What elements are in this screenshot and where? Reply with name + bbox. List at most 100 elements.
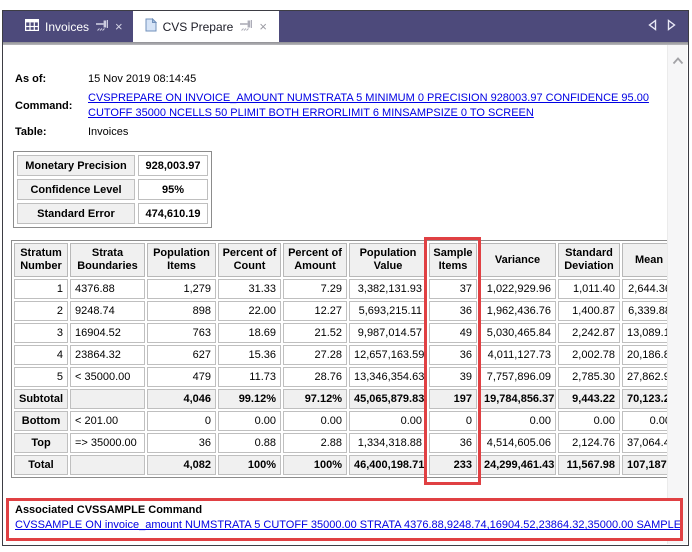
table-grid-icon bbox=[25, 19, 39, 34]
cell: 19,784,856.37 bbox=[479, 389, 556, 409]
content-area: As of: 15 Nov 2019 08:14:45 Command: CVS… bbox=[3, 45, 667, 545]
cell: 23864.32 bbox=[70, 345, 145, 365]
cell: 39 bbox=[429, 367, 477, 387]
cell: 2 bbox=[14, 301, 68, 321]
cell: 1,400.87 bbox=[558, 301, 620, 321]
tab-bar: Invoices × CVS Prepare bbox=[3, 11, 688, 42]
cell: 1,022,929.96 bbox=[479, 279, 556, 299]
summary-value: 474,610.19 bbox=[138, 203, 208, 224]
cell: 21.52 bbox=[283, 323, 347, 343]
results-window: Invoices × CVS Prepare bbox=[2, 10, 689, 546]
document-icon bbox=[145, 18, 157, 35]
table-value: Invoices bbox=[88, 126, 128, 138]
cell: 479 bbox=[147, 367, 216, 387]
summary-value: 95% bbox=[138, 179, 208, 200]
cell: Top bbox=[14, 433, 68, 453]
cell: 12,657,163.59 bbox=[349, 345, 427, 365]
tab-invoices-label: Invoices bbox=[45, 20, 89, 34]
cell: Subtotal bbox=[14, 389, 68, 409]
table-row: 14376.881,27931.337.293,382,131.93371,02… bbox=[14, 279, 667, 299]
cell: 197 bbox=[429, 389, 477, 409]
cvsprepare-command-link[interactable]: CVSPREPARE ON INVOICE_AMOUNT NUMSTRATA 5… bbox=[88, 92, 649, 119]
cell: 36 bbox=[429, 433, 477, 453]
cell: => 35000.00 bbox=[70, 433, 145, 453]
cell: 16904.52 bbox=[70, 323, 145, 343]
cell: 0.00 bbox=[349, 411, 427, 431]
cell: 99.12% bbox=[218, 389, 281, 409]
column-header: Variance bbox=[479, 243, 556, 277]
cell: 0.00 bbox=[479, 411, 556, 431]
cell: 100% bbox=[218, 455, 281, 475]
scroll-up-button[interactable] bbox=[668, 53, 687, 71]
summary-row: Monetary Precision928,003.97 bbox=[17, 155, 208, 176]
cell: 5,030,465.84 bbox=[479, 323, 556, 343]
cell: 4376.88 bbox=[70, 279, 145, 299]
summary-value: 928,003.97 bbox=[138, 155, 208, 176]
cell: 0 bbox=[429, 411, 477, 431]
cell: 31.33 bbox=[218, 279, 281, 299]
column-header: Sample Items bbox=[429, 243, 477, 277]
cell: 37,064.41 bbox=[622, 433, 667, 453]
tab-cvs-prepare[interactable]: CVS Prepare × bbox=[133, 11, 279, 42]
cell: 5 bbox=[14, 367, 68, 387]
cell: 1,962,436.76 bbox=[479, 301, 556, 321]
cell: 97.12% bbox=[283, 389, 347, 409]
cell: 28.76 bbox=[283, 367, 347, 387]
cell: 0.00 bbox=[622, 411, 667, 431]
cell: 2,242.87 bbox=[558, 323, 620, 343]
cell: 2,785.30 bbox=[558, 367, 620, 387]
column-header: Standard Deviation bbox=[558, 243, 620, 277]
strata-table-wrap: Stratum NumberStrata BoundariesPopulatio… bbox=[11, 240, 641, 478]
cell: 0.88 bbox=[218, 433, 281, 453]
table-row: Bottom< 201.0000.000.000.0000.000.000.00 bbox=[14, 411, 667, 431]
cell: 24,299,461.43 bbox=[479, 455, 556, 475]
cell: 4 bbox=[14, 345, 68, 365]
table-row-meta: Table: Invoices bbox=[15, 126, 667, 138]
cell: 13,089.14 bbox=[622, 323, 667, 343]
column-header: Percent of Count bbox=[218, 243, 281, 277]
column-header: Population Value bbox=[349, 243, 427, 277]
cell: 1,334,318.88 bbox=[349, 433, 427, 453]
close-icon[interactable]: × bbox=[115, 22, 123, 32]
cell: 27,862.95 bbox=[622, 367, 667, 387]
cell: 37 bbox=[429, 279, 477, 299]
cell: 9,443.22 bbox=[558, 389, 620, 409]
cell: 36 bbox=[429, 301, 477, 321]
summary-table: Monetary Precision928,003.97Confidence L… bbox=[13, 151, 212, 228]
cell: 36 bbox=[429, 345, 477, 365]
chevron-up-icon bbox=[672, 56, 684, 68]
cvssample-command-link[interactable]: CVSSAMPLE ON invoice_amount NUMSTRATA 5 … bbox=[15, 518, 674, 533]
cell: 627 bbox=[147, 345, 216, 365]
pin-icon[interactable] bbox=[95, 19, 109, 35]
table-row: 316904.5276318.6921.529,987,014.57495,03… bbox=[14, 323, 667, 343]
cell: < 201.00 bbox=[70, 411, 145, 431]
scroll-tabs-right-button[interactable] bbox=[667, 19, 676, 34]
close-icon[interactable]: × bbox=[259, 22, 267, 32]
column-header: Mean bbox=[622, 243, 667, 277]
cell bbox=[70, 455, 145, 475]
cell: 5,693,215.11 bbox=[349, 301, 427, 321]
table-row: 29248.7489822.0012.275,693,215.11361,962… bbox=[14, 301, 667, 321]
cell: 46,400,198.71 bbox=[349, 455, 427, 475]
cell: 4,046 bbox=[147, 389, 216, 409]
cell: 12.27 bbox=[283, 301, 347, 321]
summary-label: Monetary Precision bbox=[17, 155, 135, 176]
command-row: Command: CVSPREPARE ON INVOICE_AMOUNT NU… bbox=[15, 91, 667, 120]
cell: 36 bbox=[147, 433, 216, 453]
table-row: 423864.3262715.3627.2812,657,163.59364,0… bbox=[14, 345, 667, 365]
cell: 45,065,879.83 bbox=[349, 389, 427, 409]
cell: 11,567.98 bbox=[558, 455, 620, 475]
column-header: Strata Boundaries bbox=[70, 243, 145, 277]
cell: 13,346,354.63 bbox=[349, 367, 427, 387]
cell: 3,382,131.93 bbox=[349, 279, 427, 299]
tab-cvs-prepare-label: CVS Prepare bbox=[163, 20, 234, 34]
table-row: Top=> 35000.00360.882.881,334,318.88364,… bbox=[14, 433, 667, 453]
cell: 7.29 bbox=[283, 279, 347, 299]
tab-invoices[interactable]: Invoices × bbox=[15, 11, 133, 42]
scroll-tabs-left-button[interactable] bbox=[648, 19, 657, 34]
cell: 4,082 bbox=[147, 455, 216, 475]
vertical-scrollbar[interactable] bbox=[667, 45, 687, 544]
pin-icon[interactable] bbox=[239, 19, 253, 35]
cell: 2.88 bbox=[283, 433, 347, 453]
cell: 2,002.78 bbox=[558, 345, 620, 365]
